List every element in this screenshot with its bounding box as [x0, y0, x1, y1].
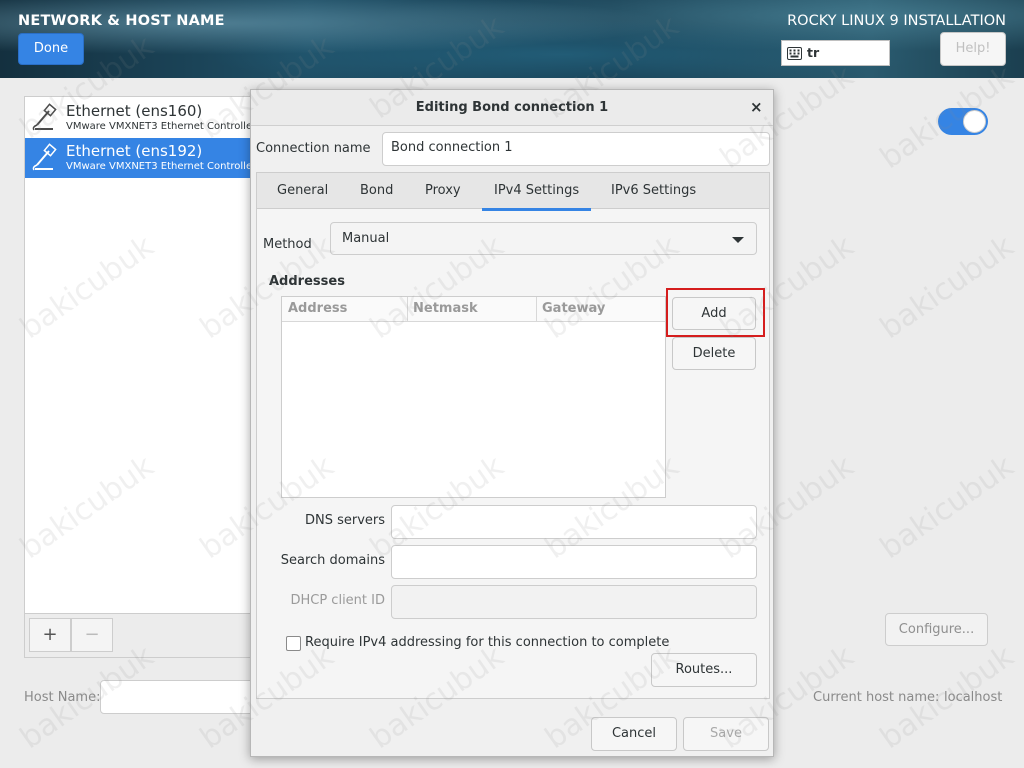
- dialog-titlebar: Editing Bond connection 1 ×: [251, 90, 773, 126]
- addresses-table[interactable]: Address Netmask Gateway: [281, 296, 666, 498]
- watermark-text: bakicubuk: [873, 228, 1021, 347]
- current-host-name-label: Current host name:: [813, 690, 940, 705]
- device-enable-toggle[interactable]: [938, 108, 988, 135]
- ethernet-icon: [32, 103, 57, 131]
- connection-name-input[interactable]: Bond connection 1: [382, 132, 770, 166]
- method-value: Manual: [342, 231, 390, 246]
- tab-general[interactable]: General: [277, 183, 328, 198]
- device-list-toolbar: + −: [24, 614, 274, 658]
- close-icon[interactable]: ×: [750, 98, 763, 116]
- installation-title: ROCKY LINUX 9 INSTALLATION: [787, 13, 1006, 29]
- dialog-title: Editing Bond connection 1: [415, 100, 609, 115]
- require-ipv4-label[interactable]: Require IPv4 addressing for this connect…: [305, 635, 669, 650]
- addresses-table-header: Address Netmask Gateway: [282, 297, 665, 322]
- tab-bar: General Bond Proxy IPv4 Settings IPv6 Se…: [257, 173, 769, 211]
- page-title: NETWORK & HOST NAME: [18, 13, 225, 29]
- tab-proxy[interactable]: Proxy: [425, 183, 461, 198]
- search-domains-input[interactable]: [391, 545, 757, 579]
- cancel-button[interactable]: Cancel: [591, 717, 677, 751]
- column-divider: [536, 297, 537, 321]
- keyboard-layout-label: tr: [807, 45, 820, 60]
- configure-button[interactable]: Configure...: [885, 613, 988, 646]
- dhcp-client-id-label: DHCP client ID: [290, 593, 385, 608]
- device-item-ens192[interactable]: Ethernet (ens192) VMware VMXNET3 Etherne…: [25, 138, 275, 178]
- device-description: VMware VMXNET3 Ethernet Controller: [66, 121, 257, 132]
- device-name: Ethernet (ens192): [66, 142, 203, 160]
- edit-connection-dialog: Editing Bond connection 1 × Connection n…: [250, 89, 774, 757]
- device-name: Ethernet (ens160): [66, 102, 203, 120]
- toggle-knob: [963, 110, 986, 133]
- require-ipv4-checkbox[interactable]: [286, 636, 301, 651]
- connection-name-label: Connection name: [256, 141, 371, 156]
- column-header-address[interactable]: Address: [288, 301, 347, 316]
- column-header-gateway[interactable]: Gateway: [542, 301, 605, 316]
- chevron-down-icon: [732, 237, 744, 243]
- keyboard-icon: [787, 47, 802, 60]
- header-banner: NETWORK & HOST NAME Done ROCKY LINUX 9 I…: [0, 0, 1024, 78]
- device-item-ens160[interactable]: Ethernet (ens160) VMware VMXNET3 Etherne…: [25, 98, 275, 138]
- tab-ipv6-settings[interactable]: IPv6 Settings: [611, 183, 696, 198]
- delete-address-button[interactable]: Delete: [672, 337, 756, 370]
- routes-button[interactable]: Routes...: [651, 653, 757, 687]
- dns-servers-input[interactable]: [391, 505, 757, 539]
- done-button[interactable]: Done: [18, 33, 84, 65]
- ethernet-icon: [32, 143, 57, 171]
- tab-ipv4-settings[interactable]: IPv4 Settings: [481, 183, 592, 211]
- save-button[interactable]: Save: [683, 717, 769, 751]
- addresses-title: Addresses: [269, 274, 345, 289]
- keyboard-layout-indicator[interactable]: tr: [781, 40, 890, 66]
- dns-servers-label: DNS servers: [304, 513, 385, 528]
- device-description: VMware VMXNET3 Ethernet Controller: [66, 161, 257, 172]
- dhcp-client-id-input[interactable]: [391, 585, 757, 619]
- method-label: Method: [263, 237, 312, 252]
- highlight-annotation: [666, 288, 765, 337]
- current-host-name-value: localhost: [944, 690, 1003, 705]
- add-device-button[interactable]: +: [29, 618, 71, 652]
- watermark-text: bakicubuk: [873, 448, 1021, 567]
- search-domains-label: Search domains: [280, 553, 385, 568]
- column-header-netmask[interactable]: Netmask: [413, 301, 478, 316]
- host-name-input[interactable]: [100, 680, 260, 714]
- network-device-list: Ethernet (ens160) VMware VMXNET3 Etherne…: [24, 96, 275, 614]
- tab-bond[interactable]: Bond: [360, 183, 393, 198]
- remove-device-button[interactable]: −: [71, 618, 113, 652]
- help-button[interactable]: Help!: [940, 32, 1006, 66]
- host-name-label: Host Name:: [24, 690, 101, 705]
- method-dropdown[interactable]: Manual: [330, 222, 757, 255]
- column-divider: [407, 297, 408, 321]
